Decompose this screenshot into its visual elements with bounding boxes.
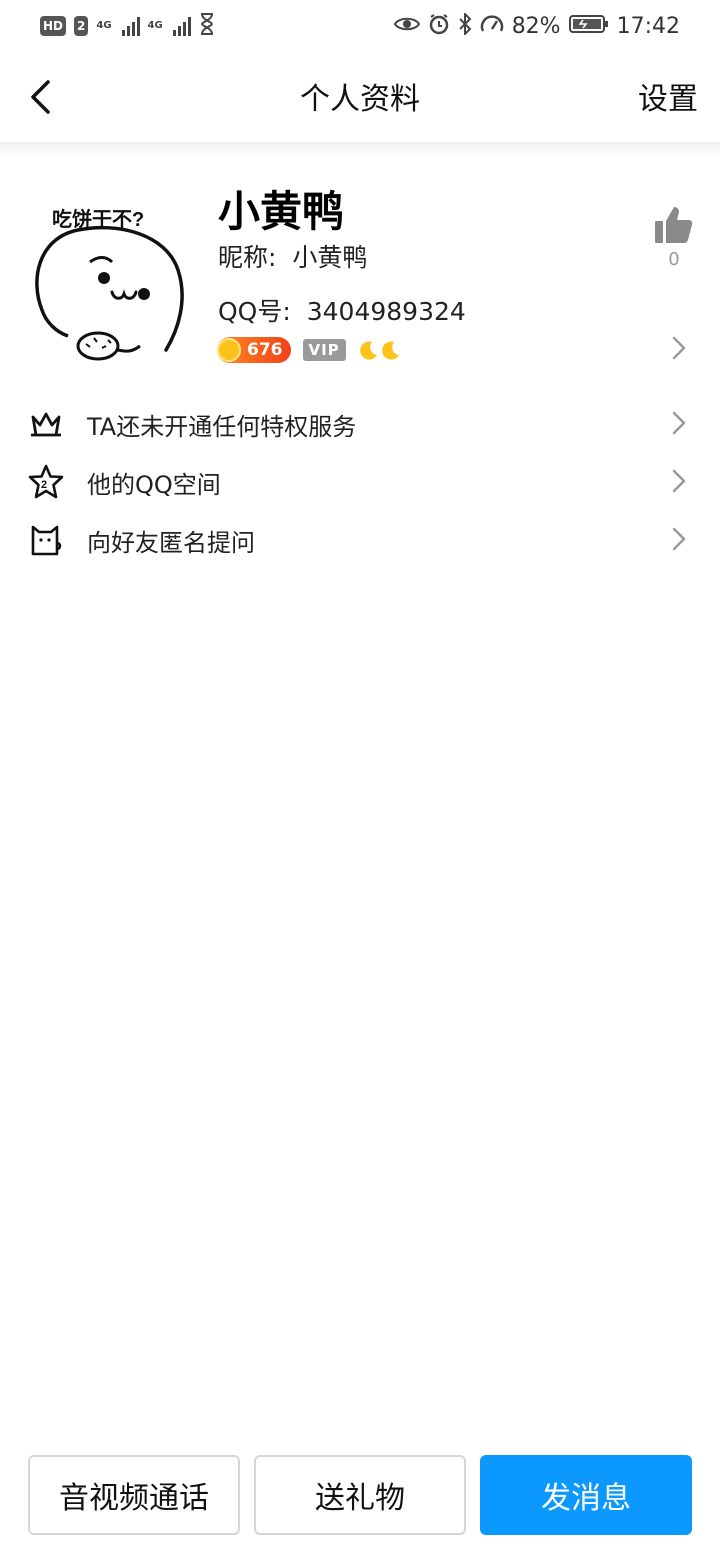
video-call-button[interactable]: 音视频通话 (28, 1455, 240, 1535)
coin-icon (217, 338, 241, 362)
menu-item-label: TA还未开通任何特权服务 (87, 412, 357, 441)
thumbs-up-icon (655, 207, 693, 243)
hd-icon: HD (40, 16, 67, 36)
qq-number-row: QQ号: 3404989324 (218, 292, 466, 328)
sim-icon: 2 (74, 16, 89, 36)
signal-icon (172, 16, 191, 36)
cat-icon (28, 522, 64, 558)
chevron-right-icon (672, 469, 686, 493)
alarm-icon (428, 13, 450, 39)
network-type-label: 4G (147, 20, 163, 31)
send-message-button[interactable]: 发消息 (480, 1455, 692, 1535)
star-icon: 2 (28, 464, 64, 500)
profile-name: 小黄鸭 (218, 187, 345, 236)
page-title: 个人资料 (300, 82, 420, 117)
like-count: 0 (668, 249, 680, 270)
profile-menu: TA还未开通任何特权服务 2 他的QQ空间 向好友匿名提问 (0, 395, 720, 569)
send-gift-button[interactable]: 送礼物 (254, 1455, 466, 1535)
svg-text:2: 2 (41, 479, 47, 491)
qq-number: 3404989324 (306, 297, 466, 326)
nickname-row: 昵称: 小黄鸭 (218, 238, 367, 274)
nickname-label: 昵称: (218, 243, 277, 272)
status-bar: HD 2 4G 4G 82% 17:42 (0, 0, 720, 52)
nav-divider (0, 142, 720, 156)
battery-icon (568, 14, 609, 38)
coin-count: 676 (247, 340, 283, 360)
network-type-label: 4G (96, 20, 112, 31)
menu-item-anonymous-question[interactable]: 向好友匿名提问 (0, 511, 720, 569)
action-bar: 音视频通话 送礼物 发消息 (28, 1455, 692, 1537)
settings-button[interactable]: 设置 (638, 74, 698, 118)
chevron-right-icon (672, 411, 686, 435)
nickname-value: 小黄鸭 (292, 243, 368, 272)
signal-icon (121, 16, 140, 36)
crown-icon (28, 406, 64, 442)
bluetooth-icon (458, 11, 472, 39)
coin-badge[interactable]: 676 (217, 337, 291, 363)
menu-item-label: 他的QQ空间 (87, 470, 221, 499)
badge-row[interactable]: 676 VIP (217, 337, 400, 363)
level-badge[interactable] (358, 340, 400, 360)
menu-item-qzone[interactable]: 2 他的QQ空间 (0, 453, 720, 511)
menu-item-label: 向好友匿名提问 (87, 528, 255, 557)
moon-icon (381, 341, 399, 360)
qq-label: QQ号: (218, 297, 291, 326)
chevron-right-icon (672, 527, 686, 551)
eye-icon (393, 15, 420, 37)
moon-icon (359, 341, 377, 360)
hourglass-icon (199, 13, 215, 39)
speed-icon (480, 13, 504, 39)
like-button[interactable]: 0 (652, 205, 696, 270)
nav-bar: 个人资料 设置 (0, 52, 720, 142)
chevron-right-icon[interactable] (672, 336, 686, 360)
vip-badge[interactable]: VIP (302, 339, 346, 361)
avatar-image: 吃饼干不? (35, 207, 184, 361)
clock: 17:42 (616, 13, 680, 39)
menu-item-privileges[interactable]: TA还未开通任何特权服务 (0, 395, 720, 453)
profile-page: HD 2 4G 4G 82% 17:42 个人资料 设置 吃饼干不? 小黄鸭 昵… (0, 0, 720, 1560)
battery-percent: 82% (511, 13, 561, 39)
avatar[interactable]: 吃饼干不? (28, 190, 190, 362)
